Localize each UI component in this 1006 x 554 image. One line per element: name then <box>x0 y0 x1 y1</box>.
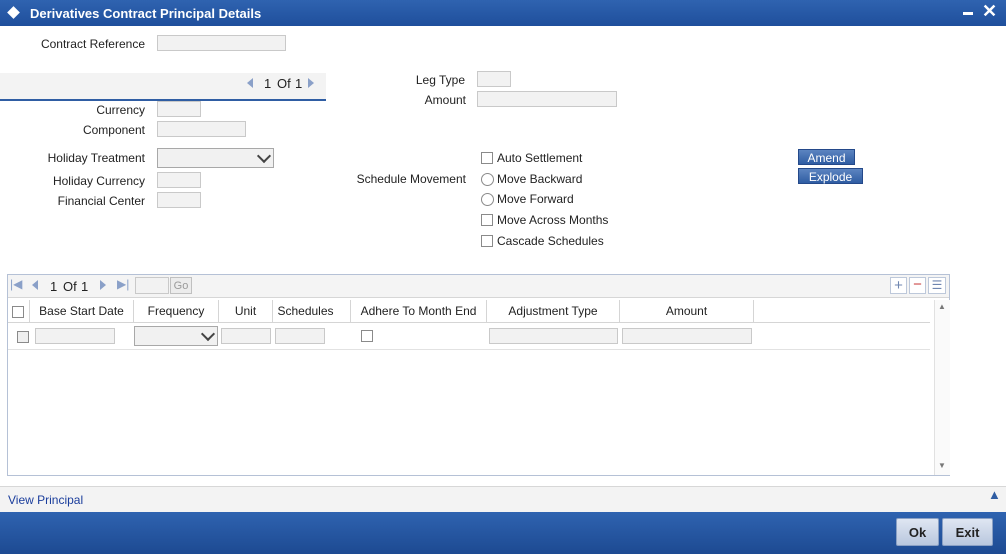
grid-of-label: Of <box>63 279 77 294</box>
currency-field[interactable] <box>157 101 201 117</box>
previous-leg-icon[interactable] <box>247 78 253 88</box>
view-principal-link[interactable]: View Principal <box>8 493 83 507</box>
close-button[interactable]: ✕ <box>982 1 997 21</box>
leg-type-label: Leg Type <box>415 73 465 87</box>
move-across-months-checkbox[interactable] <box>481 214 493 226</box>
column-header-base-start-date[interactable]: Base Start Date <box>30 300 133 322</box>
adhere-to-month-end-checkbox[interactable] <box>361 330 373 342</box>
column-header-adjustment-type[interactable]: Adjustment Type <box>487 300 619 322</box>
page-number-input[interactable] <box>135 277 169 294</box>
schedules-field[interactable] <box>275 328 325 344</box>
leg-type-field[interactable] <box>477 71 511 87</box>
cascade-schedules-checkbox[interactable] <box>481 235 493 247</box>
column-header-unit[interactable]: Unit <box>219 300 272 322</box>
last-page-icon[interactable]: ▶| <box>117 277 129 291</box>
move-backward-label: Move Backward <box>497 172 583 186</box>
adjustment-type-field[interactable] <box>489 328 618 344</box>
previous-page-icon[interactable] <box>32 280 38 290</box>
next-leg-icon[interactable] <box>308 78 314 88</box>
row-amount-field[interactable] <box>622 328 752 344</box>
financial-center-field[interactable] <box>157 192 201 208</box>
holiday-treatment-label: Holiday Treatment <box>47 151 145 165</box>
move-forward-radio[interactable] <box>481 193 494 206</box>
holiday-currency-field[interactable] <box>157 172 201 188</box>
delete-row-icon[interactable]: − <box>909 277 926 294</box>
currency-label: Currency <box>96 103 145 117</box>
exit-button[interactable]: Exit <box>942 518 993 546</box>
ok-button[interactable]: Ok <box>896 518 939 546</box>
chevron-down-icon <box>256 148 272 164</box>
add-row-icon[interactable]: + <box>890 277 907 294</box>
contract-reference-field[interactable] <box>157 35 286 51</box>
leg-total: 1 <box>295 76 303 91</box>
footer-bar: Ok Exit <box>0 512 1006 554</box>
grid-toolbar: |◀ 1 Of 1 ▶| Go + − ☰ <box>8 275 949 298</box>
auto-settlement-checkbox[interactable] <box>481 152 493 164</box>
component-label: Component <box>82 123 145 137</box>
move-across-months-label: Move Across Months <box>497 213 609 227</box>
unit-field[interactable] <box>221 328 271 344</box>
title-bar: Derivatives Contract Principal Details ✕ <box>0 0 1006 26</box>
amend-button[interactable]: Amend <box>798 149 855 165</box>
schedule-movement-label: Schedule Movement <box>356 172 466 186</box>
window-icon <box>7 6 20 19</box>
select-all-checkbox[interactable] <box>12 306 24 318</box>
next-page-icon[interactable] <box>100 280 106 290</box>
explode-button[interactable]: Explode <box>798 168 863 184</box>
auto-settlement-label: Auto Settlement <box>497 151 583 165</box>
leg-of-label: Of <box>277 76 291 91</box>
column-header-adhere-to-month-end[interactable]: Adhere To Month End <box>351 300 486 322</box>
base-start-date-field[interactable] <box>35 328 115 344</box>
amount-field[interactable] <box>477 91 617 107</box>
window-title: Derivatives Contract Principal Details <box>30 6 262 21</box>
column-separator <box>753 300 754 322</box>
minimize-button[interactable] <box>963 12 973 15</box>
row-select-checkbox[interactable] <box>17 331 29 343</box>
contract-reference-label: Contract Reference <box>40 37 145 51</box>
column-header-schedules[interactable]: Schedules <box>273 300 338 322</box>
holiday-currency-label: Holiday Currency <box>52 174 145 188</box>
component-field[interactable] <box>157 121 246 137</box>
scroll-up-icon[interactable]: ▲ <box>938 302 946 311</box>
leg-nav-bar: 1 Of 1 <box>0 73 326 101</box>
column-header-amount[interactable]: Amount <box>620 300 753 322</box>
grid-scrollbar[interactable]: ▲ ▼ <box>934 300 950 475</box>
frequency-select[interactable] <box>134 326 218 346</box>
collapse-up-icon[interactable]: ▲ <box>988 487 1001 502</box>
go-button[interactable]: Go <box>170 277 192 294</box>
cascade-schedules-label: Cascade Schedules <box>497 234 604 248</box>
first-page-icon[interactable]: |◀ <box>10 277 22 291</box>
amount-label: Amount <box>424 93 466 107</box>
move-backward-radio[interactable] <box>481 173 494 186</box>
sub-screen-bar: View Principal ▲ <box>0 486 1006 513</box>
financial-center-label: Financial Center <box>57 194 145 208</box>
holiday-treatment-select[interactable] <box>157 148 274 168</box>
scroll-down-icon[interactable]: ▼ <box>938 461 946 470</box>
leg-page-number: 1 <box>264 76 272 91</box>
grid-total: 1 <box>81 279 89 294</box>
column-header-frequency[interactable]: Frequency <box>134 300 218 322</box>
single-view-icon[interactable]: ☰ <box>928 277 946 294</box>
grid-page-number: 1 <box>50 279 58 294</box>
chevron-down-icon <box>200 326 216 342</box>
move-forward-label: Move Forward <box>497 192 574 206</box>
